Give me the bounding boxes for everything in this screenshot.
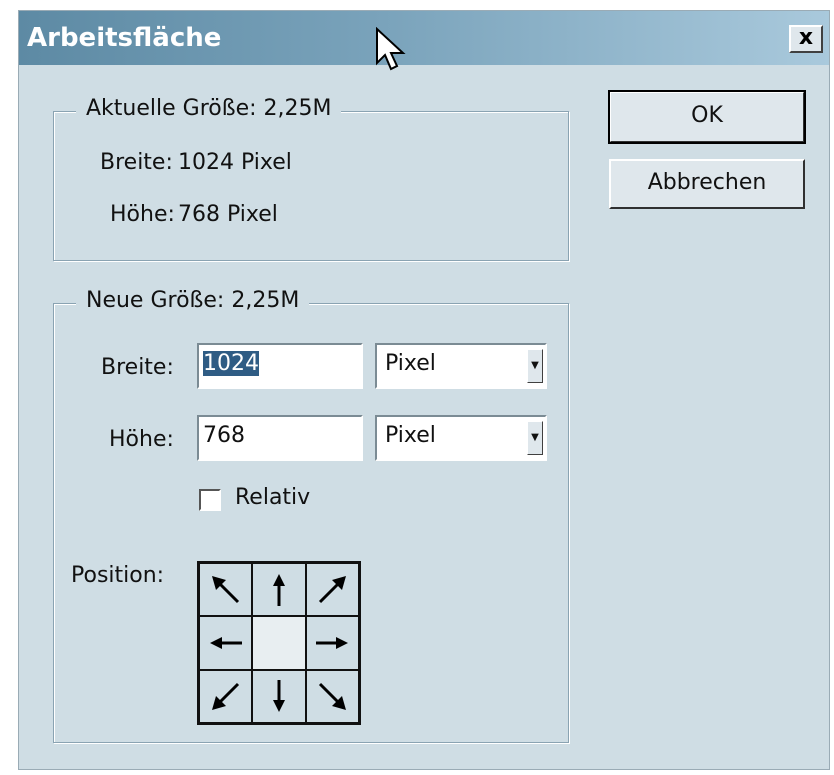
anchor-bottom[interactable] (252, 669, 306, 723)
new-width-label: Breite: (101, 355, 174, 380)
arrow-down-icon (272, 680, 285, 713)
title-bar[interactable]: Arbeitsfläche x (19, 11, 829, 65)
height-input-value: 768 (203, 423, 245, 448)
arrow-up-right-icon (319, 575, 347, 603)
height-unit-select[interactable]: Pixel ▼ (375, 415, 547, 461)
anchor-center[interactable] (252, 616, 306, 670)
current-width-label: Breite: (100, 150, 173, 175)
arrow-up-left-icon (211, 575, 239, 603)
mouse-pointer-icon (376, 27, 406, 71)
arrow-down-right-icon (319, 683, 347, 711)
cancel-button[interactable]: Abbrechen (609, 159, 805, 209)
dialog-title: Arbeitsfläche (27, 23, 222, 53)
anchor-position-grid (197, 561, 361, 725)
arrow-left-icon (209, 636, 242, 649)
anchor-right[interactable] (305, 616, 359, 670)
current-size-legend: Aktuelle Größe: 2,25M (76, 96, 342, 121)
chevron-down-icon[interactable]: ▼ (527, 349, 543, 383)
height-unit-value: Pixel (385, 423, 436, 448)
anchor-top-right[interactable] (305, 563, 359, 617)
chevron-down-icon[interactable]: ▼ (527, 421, 543, 455)
anchor-bottom-right[interactable] (305, 669, 359, 723)
new-size-legend: Neue Größe: 2,25M (76, 288, 310, 313)
width-unit-select[interactable]: Pixel ▼ (375, 343, 547, 389)
arrow-down-left-icon (211, 683, 239, 711)
relative-label[interactable]: Relativ (235, 485, 310, 510)
relative-checkbox[interactable] (199, 489, 221, 511)
position-label: Position: (71, 563, 165, 588)
current-width-value: 1024 Pixel (178, 150, 292, 175)
current-size-group: Aktuelle Größe: 2,25M Breite: 1024 Pixel… (53, 96, 569, 261)
anchor-top[interactable] (252, 563, 306, 617)
new-height-label: Höhe: (109, 427, 174, 452)
close-icon: x (798, 25, 814, 50)
anchor-top-left[interactable] (199, 563, 253, 617)
current-height-value: 768 Pixel (178, 202, 278, 227)
canvas-size-dialog: Arbeitsfläche x Aktuelle Größe: 2,25M Br… (18, 10, 830, 770)
anchor-bottom-left[interactable] (199, 669, 253, 723)
current-height-label: Höhe: (110, 202, 175, 227)
width-unit-value: Pixel (385, 351, 436, 376)
arrow-right-icon (316, 636, 349, 649)
height-input[interactable]: 768 (197, 415, 363, 461)
width-input-value: 1024 (203, 351, 259, 376)
anchor-left[interactable] (199, 616, 253, 670)
ok-button[interactable]: OK (608, 90, 806, 144)
arrow-up-icon (272, 573, 285, 606)
width-input[interactable]: 1024 (197, 343, 363, 389)
close-button[interactable]: x (789, 25, 823, 53)
